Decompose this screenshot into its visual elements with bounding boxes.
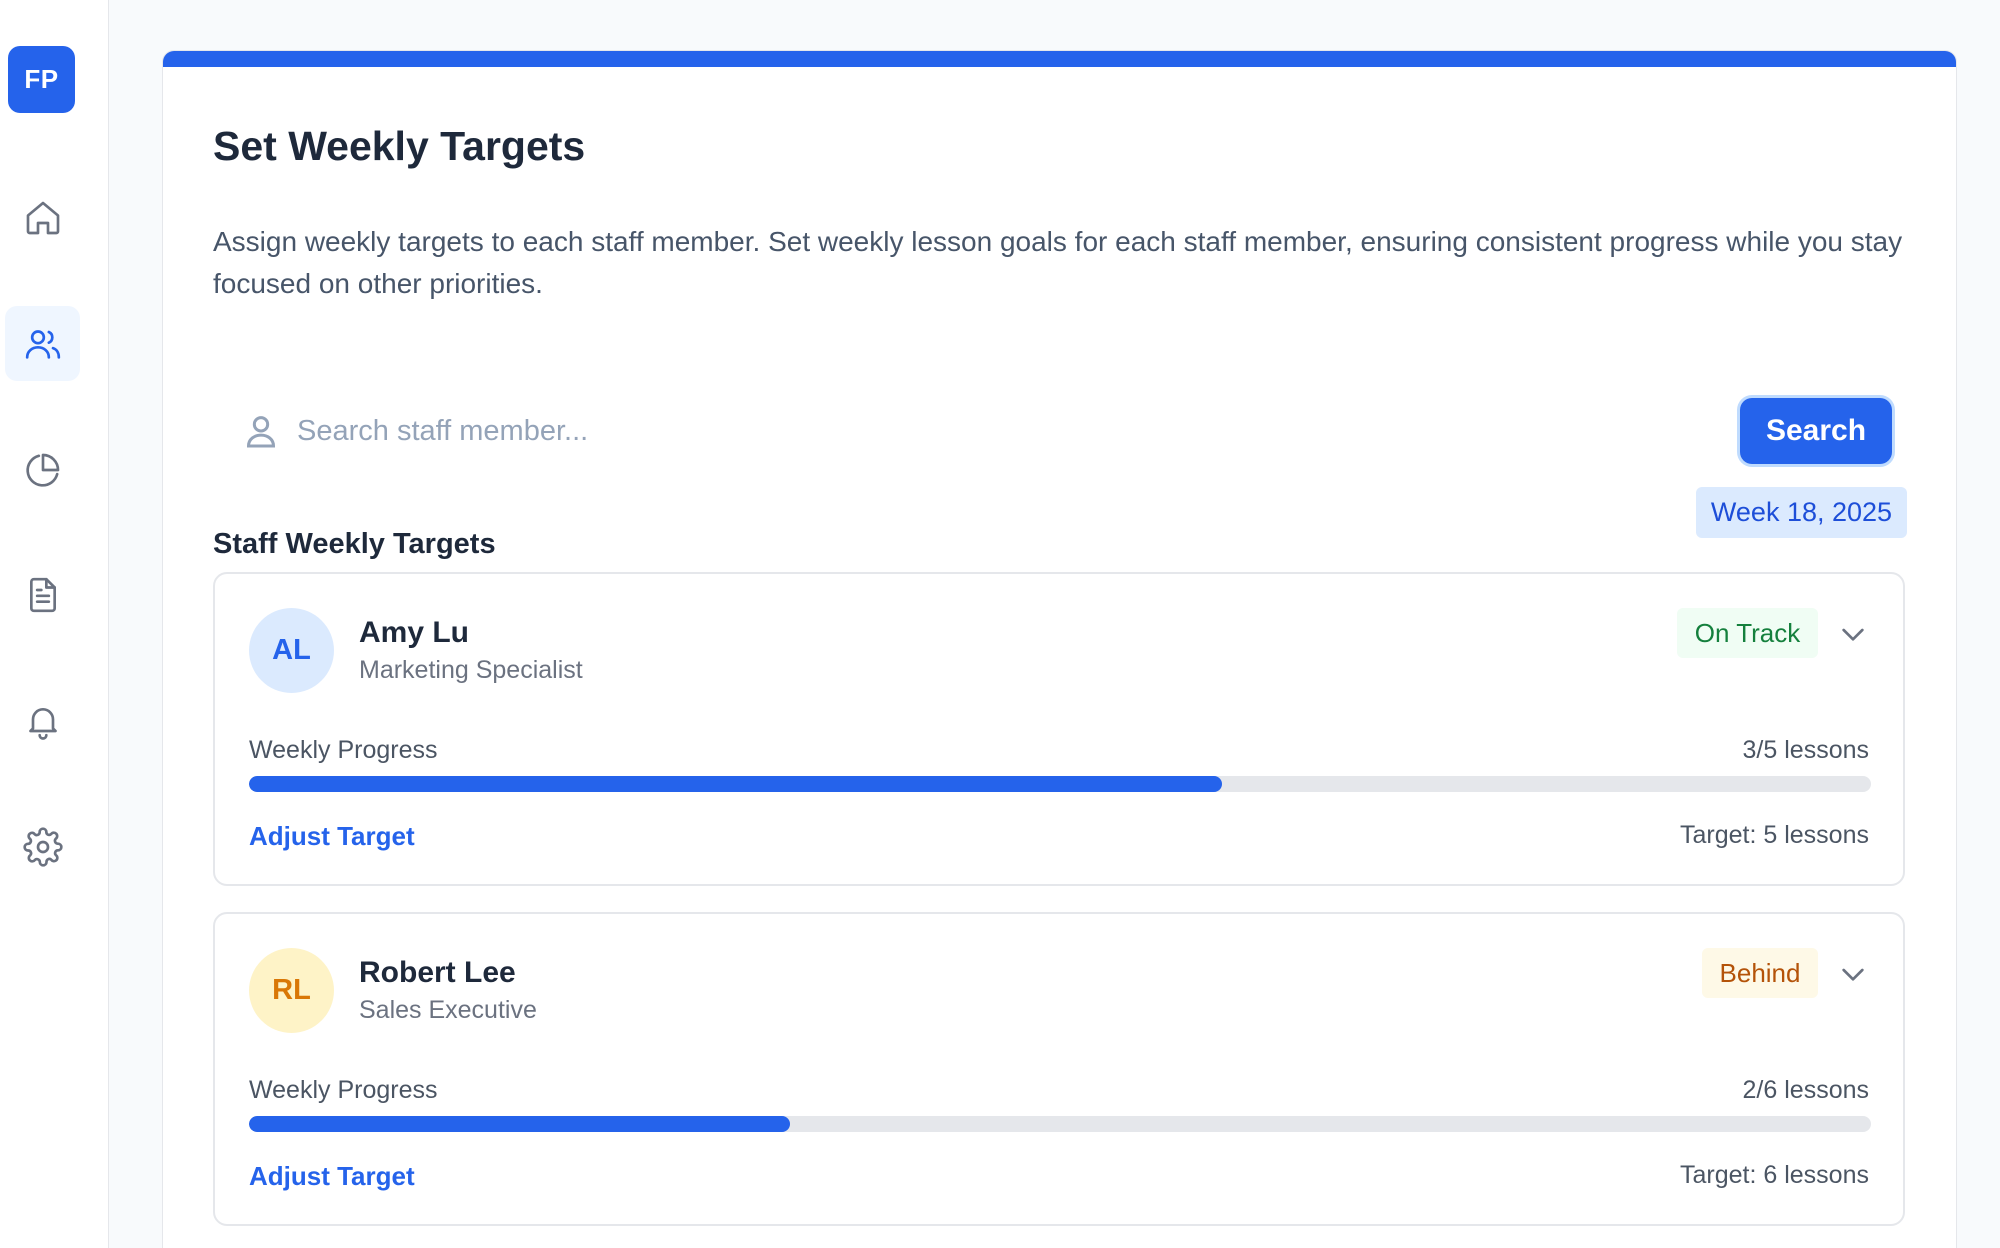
staff-role: Sales Executive <box>359 996 537 1024</box>
week-badge: Week 18, 2025 <box>1696 487 1907 538</box>
adjust-target-link[interactable]: Adjust Target <box>249 821 415 852</box>
nav-documents[interactable] <box>5 557 80 632</box>
progress-fill <box>249 1116 790 1132</box>
search-bar: Search <box>213 391 1898 471</box>
target-text: Target: 5 lessons <box>1680 821 1869 849</box>
staff-role: Marketing Specialist <box>359 656 583 684</box>
progress-fill <box>249 776 1223 792</box>
staff-card: AL Amy Lu Marketing Specialist On Track … <box>213 572 1905 886</box>
users-icon <box>25 329 60 359</box>
document-icon <box>29 577 56 612</box>
gear-icon <box>22 826 63 867</box>
chevron-down-icon[interactable] <box>1837 618 1869 650</box>
nav-staff[interactable] <box>5 306 80 381</box>
targets-card: Set Weekly Targets Assign weekly targets… <box>162 50 1957 1248</box>
sidebar: FP <box>0 0 109 1248</box>
progress-count: 2/6 lessons <box>1742 1076 1869 1104</box>
staff-card: RL Robert Lee Sales Executive Behind Wee… <box>213 912 1905 1226</box>
card-accent-bar <box>163 51 1956 67</box>
avatar: RL <box>249 948 334 1033</box>
search-input[interactable] <box>297 401 1597 461</box>
status-badge: On Track <box>1677 608 1818 658</box>
nav-settings[interactable] <box>5 809 80 884</box>
nav-notifications[interactable] <box>5 683 80 758</box>
pie-chart-icon <box>25 453 59 487</box>
home-icon <box>26 201 59 234</box>
status-badge: Behind <box>1702 948 1818 998</box>
progress-label: Weekly Progress <box>249 736 438 764</box>
target-text: Target: 6 lessons <box>1680 1161 1869 1189</box>
bell-icon <box>28 707 57 740</box>
section-title: Staff Weekly Targets <box>213 528 496 560</box>
app-logo[interactable]: FP <box>8 46 75 113</box>
page-description: Assign weekly targets to each staff memb… <box>213 226 1903 299</box>
search-button[interactable]: Search <box>1740 398 1892 464</box>
user-icon <box>241 411 281 451</box>
avatar: AL <box>249 608 334 693</box>
nav-analytics[interactable] <box>5 432 80 507</box>
progress-bar <box>249 1116 1871 1132</box>
chevron-down-icon[interactable] <box>1837 958 1869 990</box>
progress-count: 3/5 lessons <box>1742 736 1869 764</box>
adjust-target-link[interactable]: Adjust Target <box>249 1161 415 1192</box>
nav-home[interactable] <box>5 180 80 255</box>
progress-bar <box>249 776 1871 792</box>
page-title: Set Weekly Targets <box>213 123 586 169</box>
staff-name: Amy Lu <box>359 616 470 649</box>
progress-label: Weekly Progress <box>249 1076 438 1104</box>
staff-name: Robert Lee <box>359 956 516 989</box>
